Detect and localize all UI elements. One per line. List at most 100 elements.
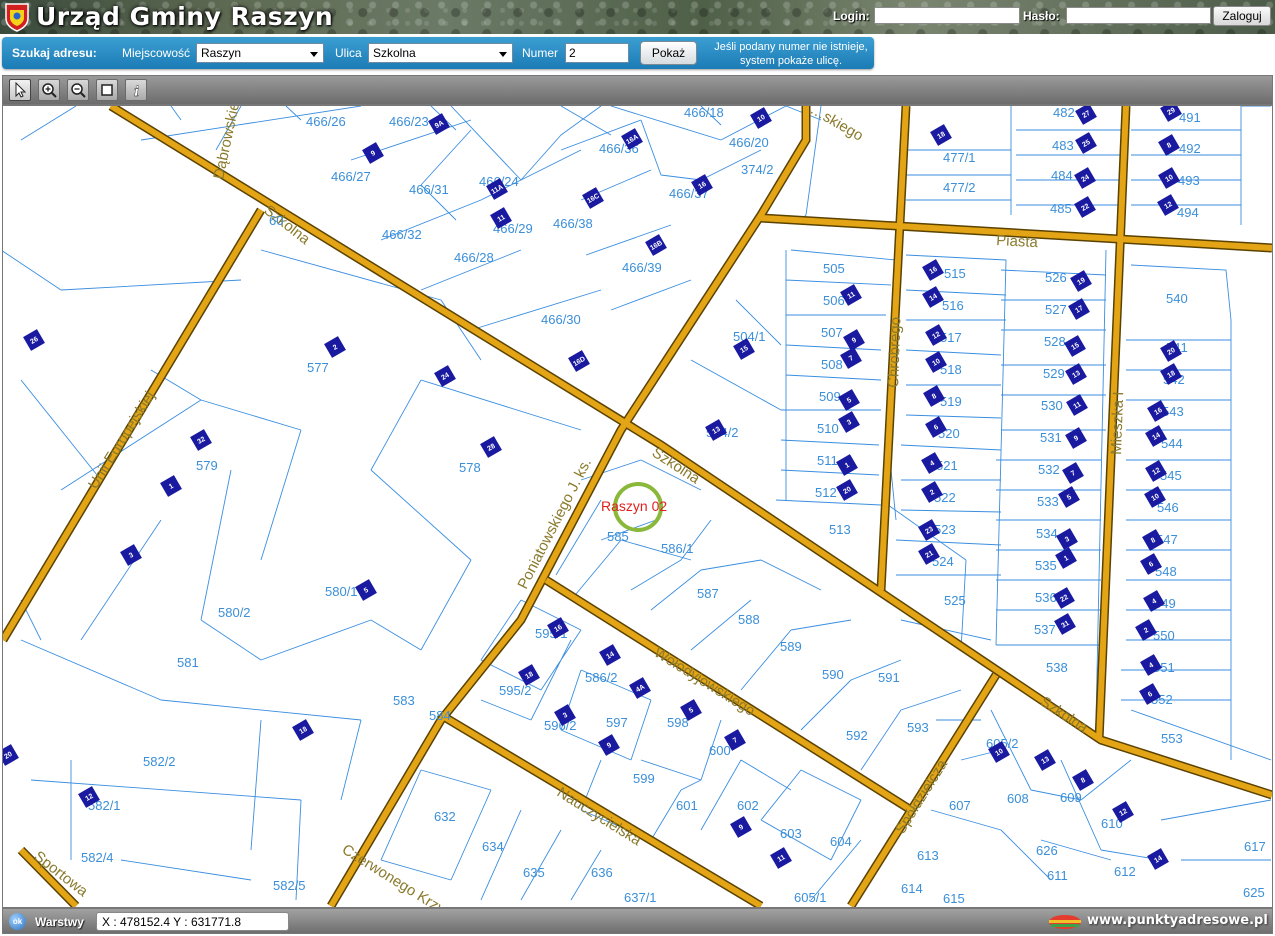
pointer-icon (15, 82, 27, 98)
parcel-number: 525 (944, 593, 966, 608)
house-number-marker[interactable]: 9A (428, 113, 450, 135)
zoom-out-button[interactable] (67, 79, 89, 101)
house-number-marker[interactable]: 20 (3, 744, 19, 766)
house-number-marker[interactable]: 13 (1034, 749, 1056, 771)
house-number-marker[interactable]: 11 (1066, 394, 1088, 416)
house-number-marker[interactable]: 28 (480, 436, 502, 458)
city-select-value: Raszyn (201, 46, 242, 60)
parcel-number: 484 (1051, 168, 1073, 183)
search-title: Szukaj adresu: (12, 46, 97, 60)
house-number-marker[interactable]: 10 (1158, 167, 1180, 189)
house-number-marker[interactable]: 11 (770, 847, 792, 869)
login-input[interactable] (874, 7, 1020, 24)
parcel-number: 601 (676, 798, 698, 813)
house-number-marker[interactable]: 8 (1072, 769, 1094, 791)
full-extent-button[interactable] (96, 79, 118, 101)
house-number-marker[interactable]: 16D (568, 350, 590, 372)
street-label: Poniatowskiego J. ks. (514, 456, 595, 592)
parcel-number: 482 (1053, 106, 1075, 120)
info-tool-button[interactable]: i (125, 79, 147, 101)
house-number-marker[interactable]: 27 (1075, 106, 1097, 125)
show-button[interactable]: Pokaż (640, 41, 697, 65)
site-url[interactable]: www.punktyadresowe.pl (1087, 913, 1268, 928)
house-number-marker[interactable]: 3 (838, 411, 860, 433)
parcel-number: 515 (944, 266, 966, 281)
house-number-marker[interactable]: 4A (629, 677, 651, 699)
street-label: Dąbrowskiego (210, 106, 246, 181)
parcel-number: 637/1 (624, 890, 657, 905)
house-number-marker[interactable]: 3 (1056, 528, 1078, 550)
house-number-marker[interactable]: 14 (922, 286, 944, 308)
house-number-marker[interactable]: 13 (1065, 363, 1087, 385)
house-number-marker[interactable]: 24 (1074, 167, 1096, 189)
house-number-marker[interactable]: 18 (292, 719, 314, 741)
house-number-marker[interactable]: 20 (836, 479, 858, 501)
zoom-in-button[interactable] (38, 79, 60, 101)
house-number-marker[interactable]: 26 (23, 329, 45, 351)
house-number-marker[interactable]: 25 (1075, 132, 1097, 154)
layers-button[interactable]: Warstwy (35, 915, 84, 929)
parcel-number: 602 (737, 798, 759, 813)
map-viewport[interactable]: Szkolna Szkolna Szkolna Piasta Chrobrego Mies… (2, 105, 1273, 908)
house-number-marker[interactable]: 31 (1054, 613, 1076, 635)
parcel-number: 587 (697, 586, 719, 601)
parcel-number: 589 (780, 639, 802, 654)
house-number-marker[interactable]: 10 (750, 107, 772, 129)
parcel-number: 534 (1036, 526, 1058, 541)
house-number-marker[interactable]: 24 (434, 365, 456, 387)
parcel-number: 580/1 (325, 584, 358, 599)
parcel-number: 491 (1179, 110, 1201, 125)
house-number-marker[interactable]: 17 (1068, 298, 1090, 320)
parcel-number: 588 (738, 612, 760, 627)
street-label: Szkolna (1037, 693, 1092, 737)
parcel-number: 494 (1177, 205, 1199, 220)
header: Urząd Gminy Raszyn Login: Hasło: Zaloguj (0, 0, 1275, 34)
house-number-marker[interactable]: 5 (1058, 486, 1080, 508)
house-number-marker[interactable]: 18 (930, 124, 952, 146)
house-number-marker[interactable]: 12 (1157, 194, 1179, 216)
house-number-marker[interactable]: 16B (645, 234, 667, 256)
number-input[interactable] (565, 43, 629, 63)
house-number-marker[interactable]: 7 (1062, 462, 1084, 484)
house-number-marker[interactable]: 14 (1147, 848, 1169, 870)
ok-icon[interactable]: ok (9, 913, 26, 930)
street-label: Chrobrego (885, 317, 904, 388)
house-number-marker[interactable]: 9 (362, 142, 384, 164)
house-number-marker[interactable]: 5 (838, 389, 860, 411)
zoom-in-icon (42, 83, 57, 98)
parcel-number: 536 (1035, 590, 1057, 605)
city-select[interactable]: Raszyn (196, 43, 324, 63)
house-number-marker[interactable]: 16C (582, 187, 604, 209)
parcel-number: 530 (1041, 398, 1063, 413)
parcel-number: 466/31 (409, 182, 449, 197)
pointer-tool-button[interactable] (9, 79, 31, 101)
house-number-marker[interactable]: 2 (324, 336, 346, 358)
house-number-marker[interactable]: 32 (190, 429, 212, 451)
password-input[interactable] (1066, 7, 1211, 24)
parcel-number: 609 (1060, 790, 1082, 805)
info-icon: i (134, 84, 140, 98)
house-number-marker[interactable]: 5 (355, 579, 377, 601)
parcel-number: 611 (1047, 868, 1068, 883)
house-number-marker[interactable]: 3 (120, 544, 142, 566)
parcel-number: 527 (1045, 302, 1067, 317)
house-number-marker[interactable]: 9 (598, 734, 620, 756)
house-number-marker[interactable]: 8 (1158, 134, 1180, 156)
parcel-number: 374/2 (741, 162, 774, 177)
house-number-marker[interactable]: 16 (922, 259, 944, 281)
city-label: Miejscowość (122, 46, 191, 60)
parcel-number: 634 (482, 839, 504, 854)
map-canvas[interactable]: SzkolnaSzkolnaSzkolnaPiastaChrobregoMies… (3, 106, 1272, 907)
house-number-marker[interactable]: 9 (730, 816, 752, 838)
parcel-number: 614 (901, 881, 923, 896)
house-number-marker[interactable]: 22 (1074, 196, 1096, 218)
house-number-marker[interactable]: 7 (840, 347, 862, 369)
street-label: Mieszka I (1108, 391, 1127, 455)
login-button[interactable]: Zaloguj (1213, 6, 1271, 26)
coordinates-readout: X : 478152.4 Y : 631771.8 (96, 912, 289, 931)
house-number-marker[interactable]: 15 (1064, 335, 1086, 357)
parcel-number: 466/26 (306, 114, 346, 129)
house-number-marker[interactable]: 14 (599, 644, 621, 666)
street-select[interactable]: Szkolna (368, 43, 513, 63)
house-number-marker[interactable]: 1 (160, 475, 182, 497)
